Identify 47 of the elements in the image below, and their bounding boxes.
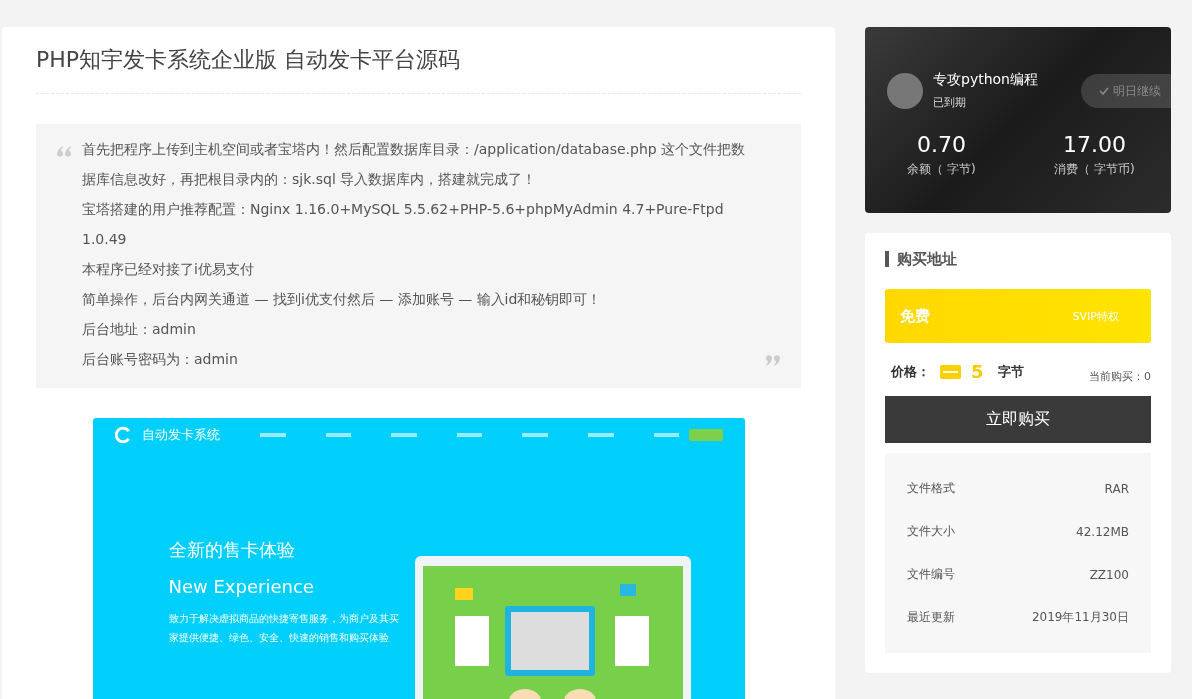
avatar (887, 72, 923, 109)
stat-label: 消费（ 字节币) (1053, 161, 1136, 178)
quote-paragraph: 后台地址：admin (82, 320, 197, 339)
section-heading: 购买地址 (885, 251, 1151, 267)
banner-label: 免费 (900, 306, 930, 326)
nav-link-placeholder (260, 433, 286, 437)
quote-paragraph: 首先把程序上传到主机空间或者宝塔内！然后配置数据库目录：/application/database.php 这个文件把数据库信息改好，再把根目录内的：sjk.sql 导入数据库内，搭建就完成了！ (82, 140, 747, 189)
coin-icon (940, 364, 961, 379)
user-name: 专攻python编程 (933, 71, 1038, 89)
stat-value: 17.00 (1062, 132, 1127, 157)
nav-link-placeholder (456, 433, 483, 437)
price-unit: 字节 (997, 362, 1024, 381)
buy-button[interactable]: 立即购买 (885, 396, 1151, 443)
hero-description: 致力于解决虚拟商品的快捷寄售服务，为商户及其买家提供便捷、绿色、安全、快速的销售和购买体验 (168, 612, 399, 645)
nav-link-placeholder (653, 433, 680, 437)
nav-link-placeholder (391, 433, 417, 437)
detail-value: ZZ100 (1089, 567, 1129, 582)
stat-value: 0.70 (916, 132, 967, 157)
detail-label: 文件编号 (907, 566, 955, 583)
close-quote-icon (765, 354, 781, 366)
price-label: 价格： (891, 362, 930, 381)
nav-link-placeholder (522, 433, 548, 437)
stat-label: 余额（ 字节) (906, 161, 977, 178)
detail-value: RAR (1104, 481, 1129, 496)
banner-tag: SVIP特权 (1072, 308, 1119, 324)
detail-value: 42.12MB (1076, 524, 1129, 539)
logo-icon (114, 426, 133, 444)
nav-button-placeholder (689, 429, 723, 441)
hero-headline: 全新的售卡体验 (168, 538, 296, 562)
nav-link-placeholder (588, 433, 614, 437)
hero-subheadline: New Experience (168, 576, 315, 597)
membership-status: 已到期 (933, 95, 967, 110)
check-icon (1099, 87, 1109, 95)
quote-paragraph: 宝塔搭建的用户推荐配置：Nginx 1.16.0+MySQL 5.5.62+PHP-5.6+phpMyAdmin 4.7+Pure-Ftpd 1.0.49 (82, 200, 725, 249)
open-quote-icon (56, 146, 72, 158)
detail-label: 文件大小 (907, 523, 955, 540)
article-title: PHP知宇发卡系统企业版 自动发卡平台源码 (36, 27, 801, 94)
quote-paragraph: 简单操作，后台内网关通道 — 找到i优支付然后 — 添加账号 — 输入id和秘钥即可！ (82, 290, 603, 309)
detail-label: 最近更新 (907, 609, 955, 626)
nav-link-placeholder (325, 433, 352, 437)
price-value: 5 (971, 361, 984, 382)
detail-label: 文件格式 (907, 480, 955, 497)
purchase-count: 当前购买：0 (1089, 369, 1151, 384)
logo-text: 自动发卡系统 (142, 426, 221, 444)
quote-paragraph: 本程序已经对接了i优易支付 (82, 260, 255, 279)
detail-value: 2019年11月30日 (1031, 609, 1129, 626)
quote-paragraph: 后台账号密码为：admin (82, 350, 239, 369)
